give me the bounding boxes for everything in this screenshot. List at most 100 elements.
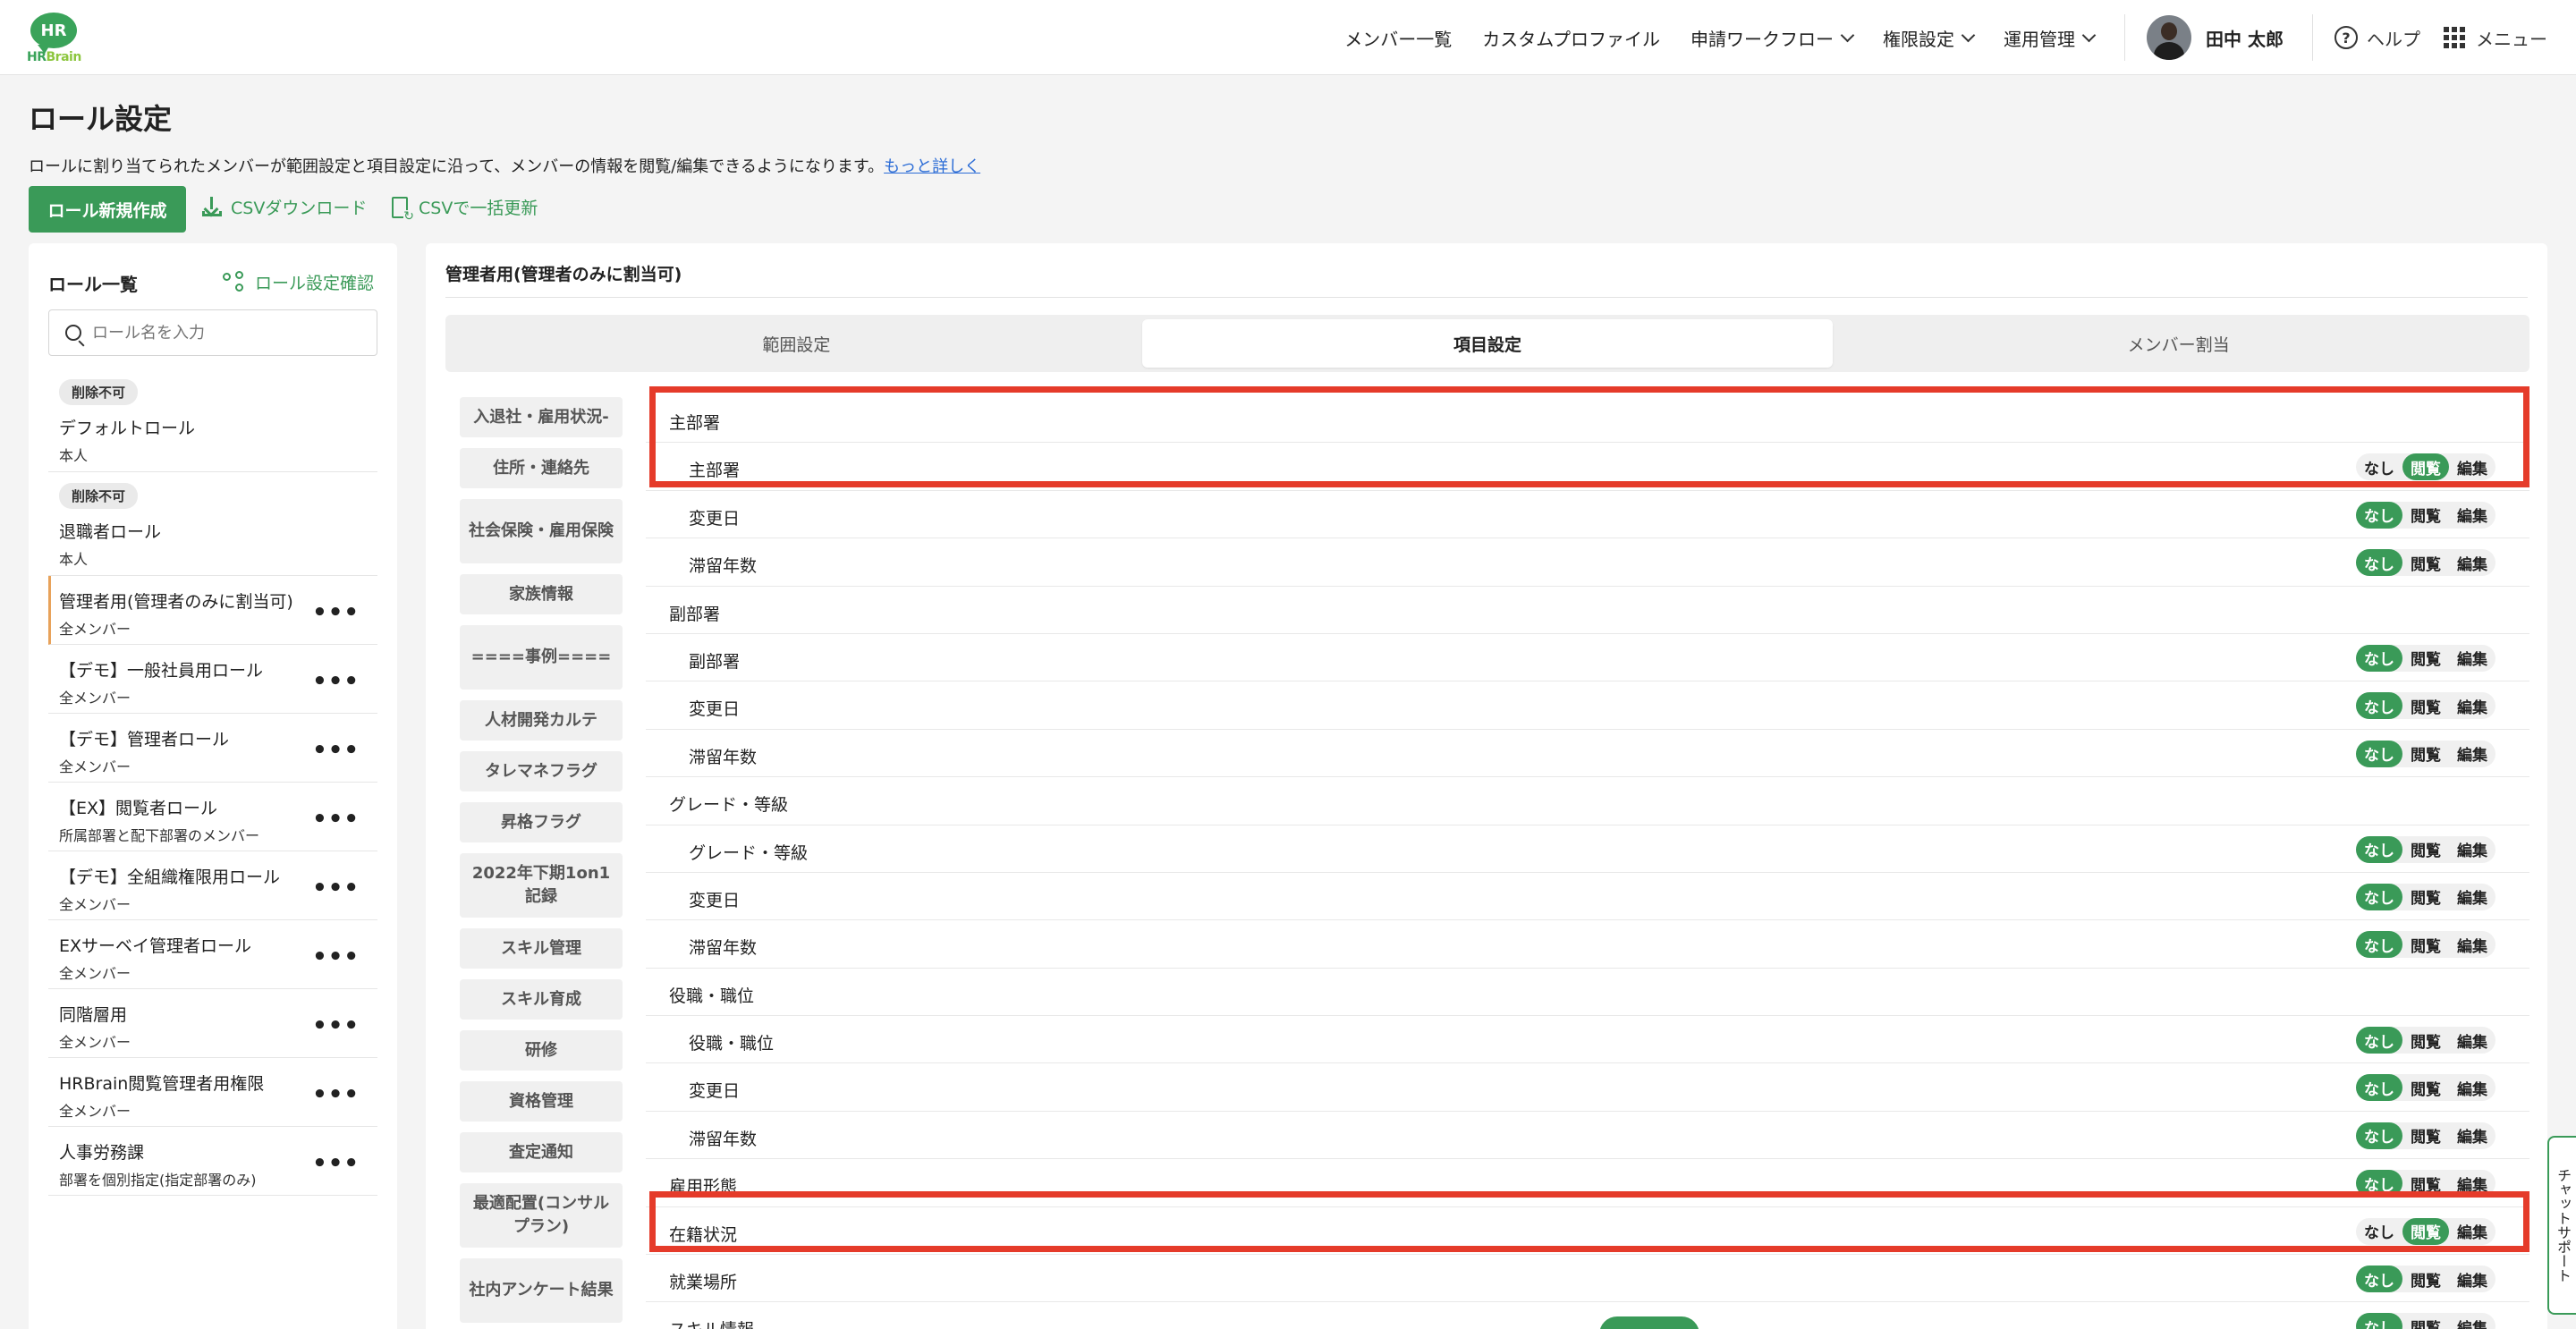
role-item[interactable]: 【EX】閲覧者ロール 所属部署と配下部署のメンバー ••• — [48, 783, 377, 851]
role-search-input[interactable] — [92, 323, 360, 343]
category-item[interactable]: 資格管理 — [460, 1081, 623, 1122]
csv-download-button[interactable]: CSVダウンロード — [202, 195, 367, 219]
permission-option-edit[interactable]: 編集 — [2449, 645, 2496, 672]
learn-more-link[interactable]: もっと詳しく — [884, 157, 980, 176]
permission-option-view[interactable]: 閲覧 — [2402, 836, 2449, 863]
category-item[interactable]: ====事例==== — [460, 625, 623, 690]
tab-member-assignment[interactable]: メンバー割当 — [1833, 319, 2524, 368]
role-item[interactable]: 人事労務課 部署を個別指定(指定部署のみ) ••• — [48, 1127, 377, 1196]
nav-member-list[interactable]: メンバー一覧 — [1344, 25, 1452, 51]
category-item[interactable]: タレマネフラグ — [460, 751, 623, 791]
role-item[interactable]: 削除不可 デフォルトロール 本人 — [48, 368, 377, 472]
more-options-icon[interactable]: ••• — [312, 737, 360, 764]
permission-option-edit[interactable]: 編集 — [2449, 1122, 2496, 1149]
category-item[interactable]: 研修 — [460, 1030, 623, 1071]
permission-option-edit[interactable]: 編集 — [2449, 502, 2496, 529]
permission-option-edit[interactable]: 編集 — [2449, 1218, 2496, 1245]
permission-option-edit[interactable]: 編集 — [2449, 1170, 2496, 1197]
permission-option-view[interactable]: 閲覧 — [2402, 1313, 2449, 1329]
new-role-button[interactable]: ロール新規作成 — [29, 186, 186, 233]
nav-permission-settings[interactable]: 権限設定 — [1883, 25, 1976, 51]
permission-option-edit[interactable]: 編集 — [2449, 549, 2496, 576]
role-item[interactable]: 【デモ】全組織権限用ロール 全メンバー ••• — [48, 851, 377, 920]
permission-option-view[interactable]: 閲覧 — [2402, 1217, 2449, 1245]
permission-option-edit[interactable]: 編集 — [2449, 1074, 2496, 1101]
floating-action-button[interactable] — [1599, 1316, 1699, 1329]
permission-option-edit[interactable]: 編集 — [2449, 453, 2496, 480]
permission-option-view[interactable]: 閲覧 — [2402, 741, 2449, 767]
help-button[interactable]: ? ヘルプ — [2334, 25, 2420, 51]
permission-option-none[interactable]: なし — [2356, 931, 2402, 959]
role-item[interactable]: 削除不可 退職者ロール 本人 — [48, 472, 377, 576]
category-item[interactable]: 住所・連絡先 — [460, 448, 623, 488]
hrbrain-logo[interactable]: HR HRBrain — [27, 13, 81, 64]
permission-option-view[interactable]: 閲覧 — [2402, 1027, 2449, 1054]
more-options-icon[interactable]: ••• — [312, 944, 360, 970]
permission-option-view[interactable]: 閲覧 — [2402, 1266, 2449, 1292]
more-options-icon[interactable]: ••• — [312, 1081, 360, 1108]
category-item[interactable]: 人材開発カルテ — [460, 700, 623, 741]
chat-support-tab[interactable]: チャットサポート — [2547, 1136, 2576, 1315]
csv-bulk-update-button[interactable]: CSVで一括更新 — [392, 195, 538, 223]
permission-option-none[interactable]: なし — [2356, 740, 2402, 767]
user-menu[interactable]: 田中 太郎 — [2147, 15, 2284, 60]
nav-custom-profile[interactable]: カスタムプロファイル — [1482, 25, 1660, 51]
more-options-icon[interactable]: ••• — [312, 806, 360, 833]
permission-option-view[interactable]: 閲覧 — [2402, 1074, 2449, 1101]
more-options-icon[interactable]: ••• — [312, 599, 360, 626]
role-item[interactable]: 同階層用 全メンバー ••• — [48, 989, 377, 1058]
permission-option-view[interactable]: 閲覧 — [2402, 931, 2449, 958]
permission-option-none[interactable]: なし — [2356, 835, 2402, 863]
category-item[interactable]: 家族情報 — [460, 574, 623, 614]
permission-option-edit[interactable]: 編集 — [2449, 1266, 2496, 1292]
permission-option-edit[interactable]: 編集 — [2449, 884, 2496, 910]
permission-option-view[interactable]: 閲覧 — [2402, 884, 2449, 910]
permission-option-none[interactable]: なし — [2356, 1266, 2402, 1293]
permission-option-none[interactable]: なし — [2356, 644, 2402, 672]
permission-option-none[interactable]: なし — [2356, 1170, 2402, 1198]
nav-workflow[interactable]: 申請ワークフロー — [1690, 25, 1855, 51]
role-item[interactable]: EXサーベイ管理者ロール 全メンバー ••• — [48, 920, 377, 989]
category-item[interactable]: スキル育成 — [460, 979, 623, 1020]
category-item[interactable]: 査定通知 — [460, 1132, 623, 1172]
permission-option-edit[interactable]: 編集 — [2449, 692, 2496, 719]
category-item[interactable]: 入退社・雇用状況- — [460, 397, 623, 437]
permission-option-edit[interactable]: 編集 — [2449, 1313, 2496, 1329]
role-item-active[interactable]: 管理者用(管理者のみに割当可) 全メンバー ••• — [48, 576, 377, 645]
nav-operations[interactable]: 運用管理 — [2004, 25, 2097, 51]
permission-option-none[interactable]: なし — [2356, 549, 2402, 577]
category-item[interactable]: スキル管理 — [460, 928, 623, 969]
permission-option-none[interactable]: なし — [2356, 1122, 2402, 1149]
permission-option-none[interactable]: なし — [2356, 692, 2402, 720]
role-item[interactable]: 【デモ】管理者ロール 全メンバー ••• — [48, 714, 377, 783]
permission-option-view[interactable]: 閲覧 — [2402, 502, 2449, 529]
role-item[interactable]: 【デモ】一般社員用ロール 全メンバー ••• — [48, 645, 377, 714]
permission-option-none[interactable]: なし — [2356, 883, 2402, 910]
permission-option-edit[interactable]: 編集 — [2449, 741, 2496, 767]
permission-option-edit[interactable]: 編集 — [2449, 1027, 2496, 1054]
tab-field-settings[interactable]: 項目設定 — [1141, 319, 1834, 368]
more-options-icon[interactable]: ••• — [312, 668, 360, 695]
permission-option-edit[interactable]: 編集 — [2449, 931, 2496, 958]
role-settings-check-link[interactable]: ロール設定確認 — [222, 270, 374, 294]
more-options-icon[interactable]: ••• — [312, 875, 360, 902]
role-item[interactable]: HRBrain閲覧管理者用権限 全メンバー ••• — [48, 1058, 377, 1127]
app-menu-button[interactable]: メニュー — [2444, 25, 2547, 51]
permission-option-none[interactable]: なし — [2356, 1218, 2402, 1245]
tab-scope-settings[interactable]: 範囲設定 — [451, 319, 1142, 368]
permission-option-none[interactable]: なし — [2356, 1313, 2402, 1329]
permission-option-view[interactable]: 閲覧 — [2402, 692, 2449, 719]
permission-option-none[interactable]: なし — [2356, 1074, 2402, 1102]
permission-option-edit[interactable]: 編集 — [2449, 836, 2496, 863]
category-item[interactable]: 昇格フラグ — [460, 802, 623, 842]
permission-option-view[interactable]: 閲覧 — [2402, 1122, 2449, 1149]
more-options-icon[interactable]: ••• — [312, 1150, 360, 1177]
category-item[interactable]: 最適配置(コンサルプラン) — [460, 1183, 623, 1248]
category-item[interactable]: 2022年下期1on1記録 — [460, 853, 623, 918]
more-options-icon[interactable]: ••• — [312, 1012, 360, 1039]
category-item[interactable]: 社会保険・雇用保険 — [460, 499, 623, 563]
permission-option-view[interactable]: 閲覧 — [2402, 645, 2449, 672]
permission-option-none[interactable]: なし — [2356, 453, 2402, 480]
permission-option-none[interactable]: なし — [2356, 1027, 2402, 1054]
permission-option-none[interactable]: なし — [2356, 501, 2402, 529]
